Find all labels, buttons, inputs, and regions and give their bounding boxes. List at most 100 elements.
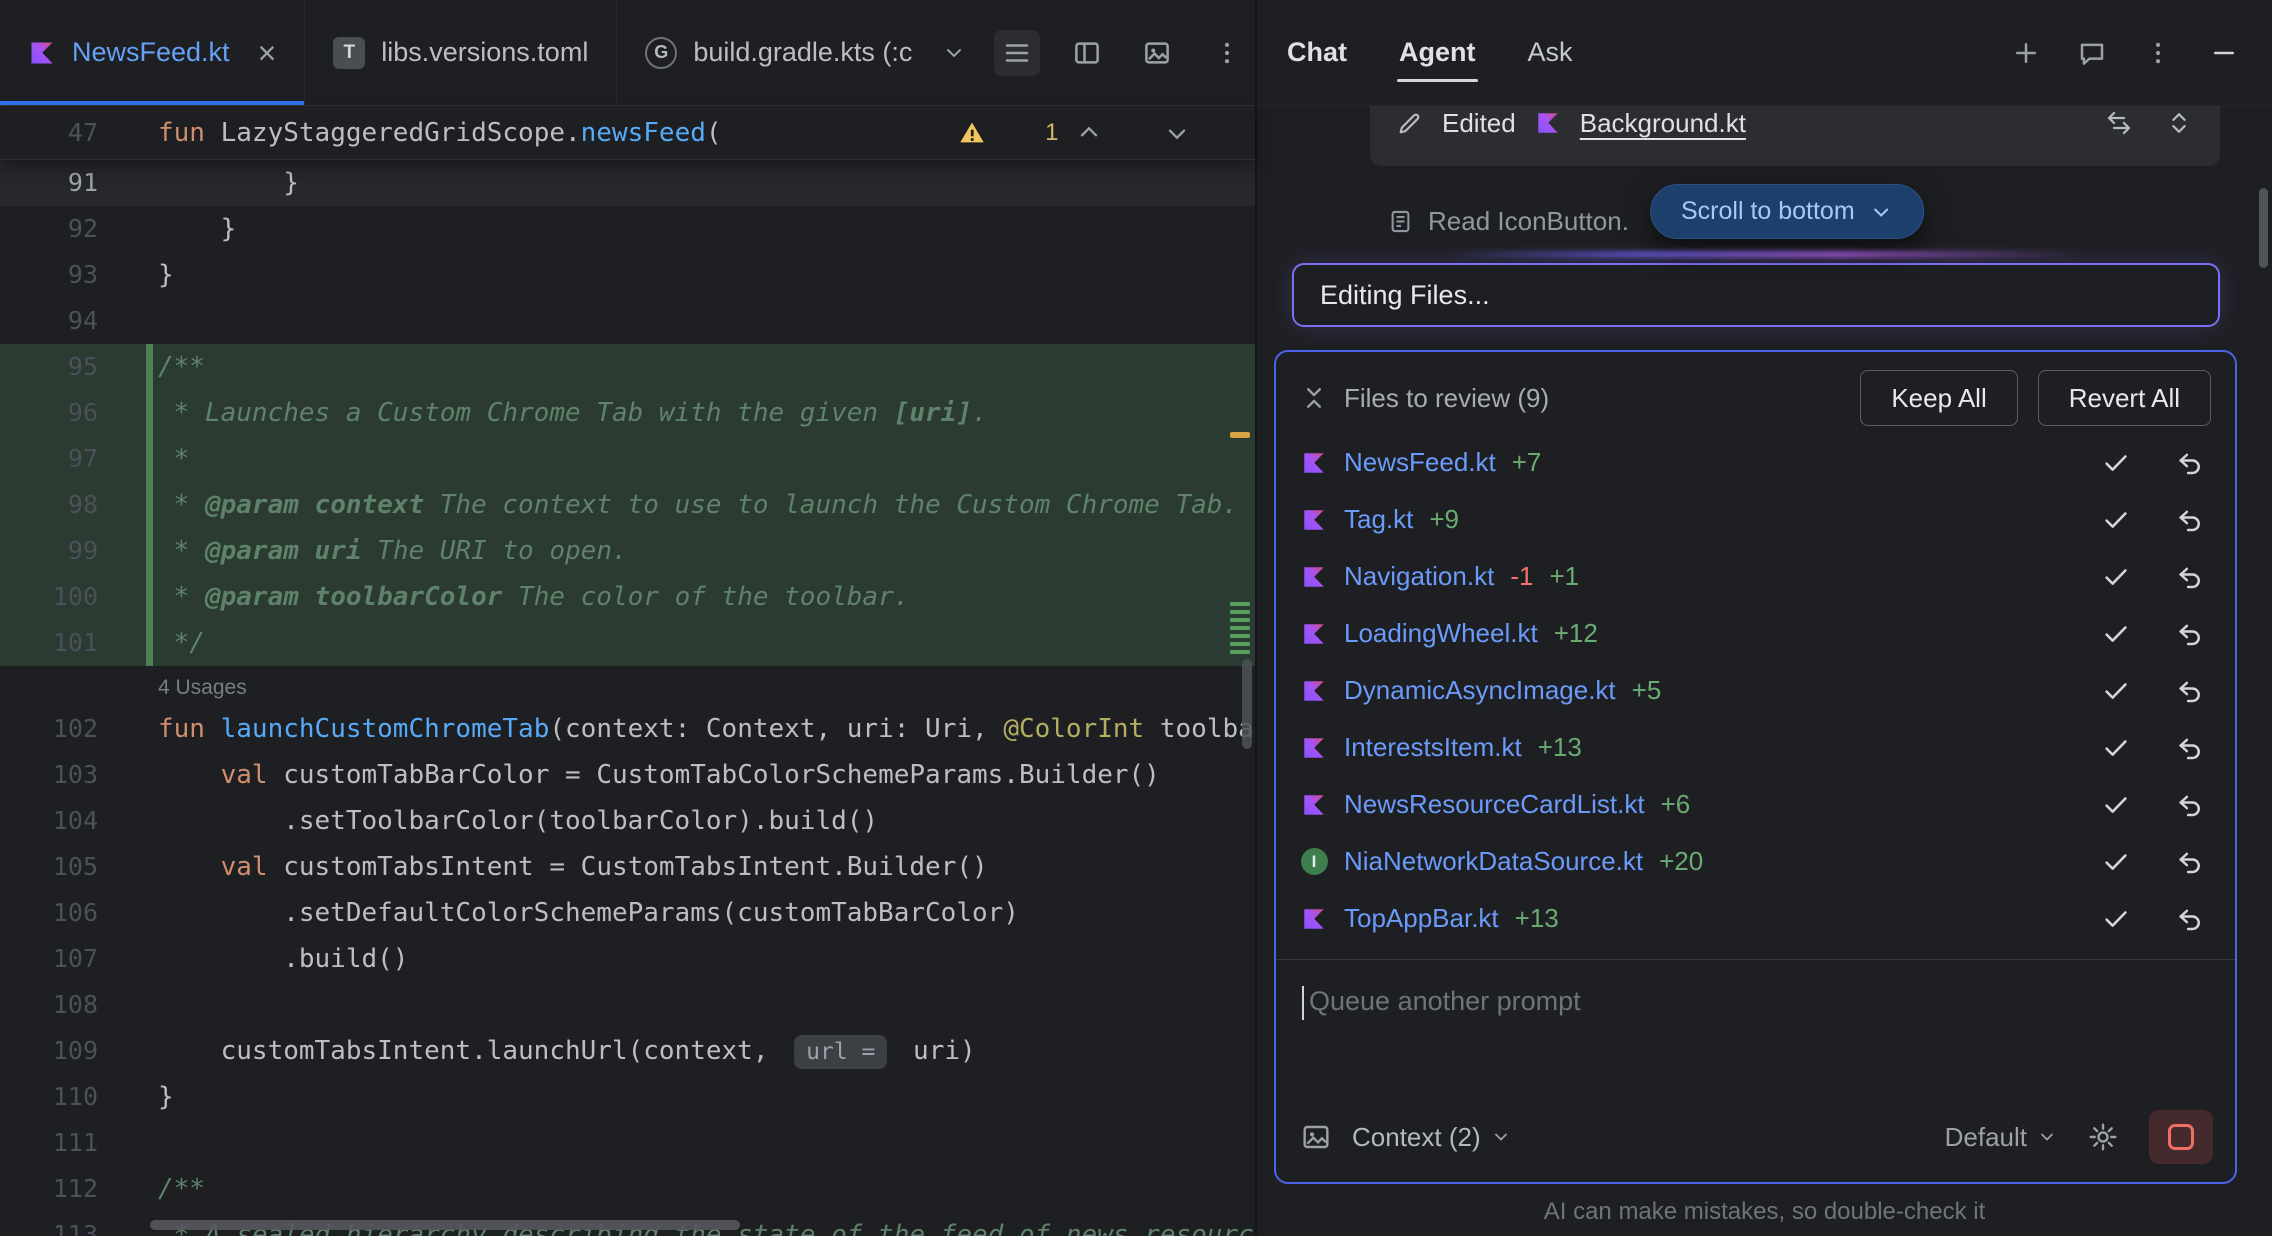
- revert-file-button[interactable]: [2173, 845, 2207, 879]
- warning-stripe-mark[interactable]: [1230, 432, 1250, 438]
- line-number[interactable]: 93: [0, 252, 150, 298]
- new-chat-icon[interactable]: [2008, 35, 2044, 71]
- edited-file-link[interactable]: Background.kt: [1580, 108, 1746, 139]
- code-line-106[interactable]: 106 .setDefaultColorSchemeParams(customT…: [0, 890, 1255, 936]
- attach-image-icon[interactable]: [1300, 1121, 1332, 1153]
- code-line-102[interactable]: 102fun launchCustomChromeTab(context: Co…: [0, 706, 1255, 752]
- code-line-95[interactable]: 95/**: [0, 344, 1255, 390]
- line-number[interactable]: 106: [0, 890, 150, 936]
- code-line-111[interactable]: 111: [0, 1120, 1255, 1166]
- line-number[interactable]: 104: [0, 798, 150, 844]
- keep-all-button[interactable]: Keep All: [1860, 370, 2017, 426]
- line-number[interactable]: 109: [0, 1028, 150, 1074]
- review-file-link[interactable]: DynamicAsyncImage.kt: [1344, 675, 1616, 706]
- chat-scrollbar[interactable]: [2259, 188, 2268, 268]
- code-line-108[interactable]: 108: [0, 982, 1255, 1028]
- line-number[interactable]: 111: [0, 1120, 150, 1166]
- sticky-code-line[interactable]: 47 fun LazyStaggeredGridScope.newsFeed( …: [0, 106, 1255, 160]
- review-file-link[interactable]: InterestsItem.kt: [1344, 732, 1522, 763]
- review-file-link[interactable]: NiaNetworkDataSource.kt: [1344, 846, 1643, 877]
- code-line-99[interactable]: 99 * @param uri The URI to open.: [0, 528, 1255, 574]
- minimize-icon[interactable]: [2206, 35, 2242, 71]
- keep-file-button[interactable]: [2099, 560, 2133, 594]
- line-number[interactable]: 108: [0, 982, 150, 1028]
- revert-file-button[interactable]: [2173, 674, 2207, 708]
- keep-file-button[interactable]: [2099, 503, 2133, 537]
- keep-file-button[interactable]: [2099, 902, 2133, 936]
- review-file-link[interactable]: LoadingWheel.kt: [1344, 618, 1538, 649]
- code-line-100[interactable]: 100 * @param toolbarColor The color of t…: [0, 574, 1255, 620]
- review-file-link[interactable]: Navigation.kt: [1344, 561, 1494, 592]
- conversations-icon[interactable]: [2074, 35, 2110, 71]
- model-selector[interactable]: Default: [1945, 1122, 2057, 1153]
- warning-icon[interactable]: [957, 57, 1029, 209]
- revert-all-button[interactable]: Revert All: [2038, 370, 2211, 426]
- code-editor[interactable]: 91 }92 }93}9495/**96 * Launches a Custom…: [0, 160, 1255, 1236]
- context-selector[interactable]: Context (2): [1352, 1122, 1511, 1153]
- code-line-105[interactable]: 105 val customTabsIntent = CustomTabsInt…: [0, 844, 1255, 890]
- keep-file-button[interactable]: [2099, 674, 2133, 708]
- expand-collapse-icon[interactable]: [2164, 108, 2194, 138]
- review-file-link[interactable]: TopAppBar.kt: [1344, 903, 1499, 934]
- code-line-93[interactable]: 93}: [0, 252, 1255, 298]
- line-number[interactable]: 101: [0, 620, 150, 666]
- keep-file-button[interactable]: [2099, 731, 2133, 765]
- code-line-103[interactable]: 103 val customTabBarColor = CustomTabCol…: [0, 752, 1255, 798]
- line-number[interactable]: 100: [0, 574, 150, 620]
- revert-file-button[interactable]: [2173, 560, 2207, 594]
- revert-file-button[interactable]: [2173, 617, 2207, 651]
- tab-newsfeed-kt[interactable]: NewsFeed.kt ×: [0, 0, 305, 105]
- line-number[interactable]: 91: [0, 160, 150, 206]
- more-options-icon[interactable]: [2140, 35, 2176, 71]
- horizontal-scrollbar[interactable]: [150, 1220, 740, 1230]
- tab-ask[interactable]: Ask: [1528, 37, 1573, 68]
- line-number[interactable]: 98: [0, 482, 150, 528]
- edited-file-card[interactable]: Edited Background.kt: [1370, 106, 2220, 166]
- prompt-input[interactable]: Queue another prompt: [1276, 960, 2235, 1110]
- line-number[interactable]: 112: [0, 1166, 150, 1212]
- line-number[interactable]: 94: [0, 298, 150, 344]
- revert-file-button[interactable]: [2173, 503, 2207, 537]
- line-number[interactable]: 102: [0, 706, 150, 752]
- code-line-92[interactable]: 92 }: [0, 206, 1255, 252]
- added-lines-stripe-mark[interactable]: [1230, 602, 1250, 654]
- review-file-link[interactable]: NewsFeed.kt: [1344, 447, 1496, 478]
- line-number[interactable]: 92: [0, 206, 150, 252]
- vertical-scrollbar[interactable]: [1242, 659, 1252, 749]
- tab-agent[interactable]: Agent: [1399, 37, 1476, 68]
- line-number[interactable]: 113: [0, 1212, 150, 1236]
- code-line-112[interactable]: 112/**: [0, 1166, 1255, 1212]
- stop-button[interactable]: [2149, 1110, 2213, 1164]
- prev-problem-icon[interactable]: [1075, 57, 1147, 209]
- revert-file-button[interactable]: [2173, 731, 2207, 765]
- keep-file-button[interactable]: [2099, 788, 2133, 822]
- code-line-109[interactable]: 109 customTabsIntent.launchUrl(context, …: [0, 1028, 1255, 1074]
- settings-gear-icon[interactable]: [2087, 1121, 2119, 1153]
- code-line-94[interactable]: 94: [0, 298, 1255, 344]
- review-file-link[interactable]: Tag.kt: [1344, 504, 1413, 535]
- collapse-icon[interactable]: [1300, 384, 1328, 412]
- keep-file-button[interactable]: [2099, 446, 2133, 480]
- code-line-104[interactable]: 104 .setToolbarColor(toolbarColor).build…: [0, 798, 1255, 844]
- line-number[interactable]: 107: [0, 936, 150, 982]
- line-number[interactable]: 95: [0, 344, 150, 390]
- close-tab-icon[interactable]: ×: [258, 37, 277, 69]
- line-number[interactable]: 99: [0, 528, 150, 574]
- code-line-101[interactable]: 101 */: [0, 620, 1255, 666]
- code-line-96[interactable]: 96 * Launches a Custom Chrome Tab with t…: [0, 390, 1255, 436]
- revert-file-button[interactable]: [2173, 788, 2207, 822]
- line-number[interactable]: 96: [0, 390, 150, 436]
- line-number[interactable]: 110: [0, 1074, 150, 1120]
- tab-build-gradle-kts[interactable]: G build.gradle.kts (:c: [617, 0, 994, 105]
- scroll-to-bottom-button[interactable]: Scroll to bottom: [1650, 184, 1924, 239]
- line-number[interactable]: [0, 666, 150, 706]
- code-line-97[interactable]: 97 *: [0, 436, 1255, 482]
- code-line-110[interactable]: 110}: [0, 1074, 1255, 1120]
- review-file-link[interactable]: NewsResourceCardList.kt: [1344, 789, 1645, 820]
- tab-chat[interactable]: Chat: [1287, 37, 1347, 68]
- line-number[interactable]: 103: [0, 752, 150, 798]
- code-line-98[interactable]: 98 * @param context The context to use t…: [0, 482, 1255, 528]
- code-inlay-row[interactable]: 4 Usages: [0, 666, 1255, 706]
- keep-file-button[interactable]: [2099, 845, 2133, 879]
- code-line-107[interactable]: 107 .build(): [0, 936, 1255, 982]
